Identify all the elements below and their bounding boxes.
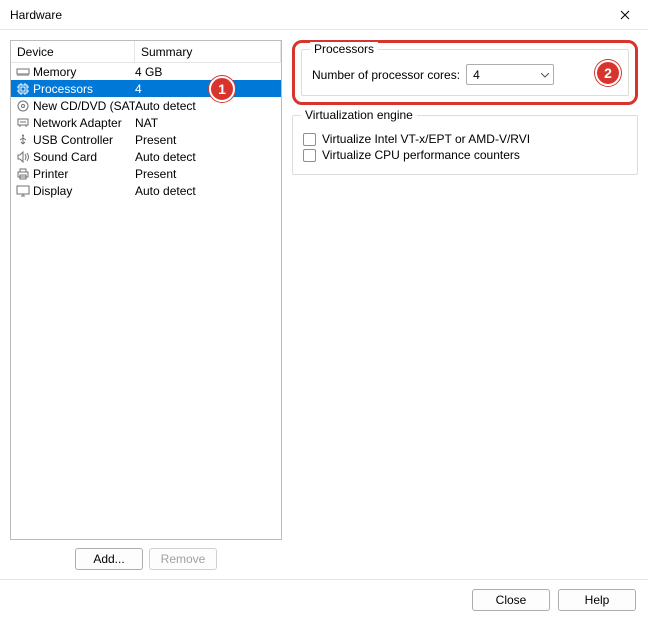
right-panel: Processors Number of processor cores: 4 … (292, 40, 638, 574)
footer: Close Help (0, 579, 648, 619)
chevron-down-icon (541, 70, 549, 80)
device-summary: Auto detect (135, 150, 281, 164)
device-name: Sound Card (33, 150, 135, 164)
close-button[interactable]: Close (472, 589, 550, 611)
annotation-highlight: Processors Number of processor cores: 4 … (292, 40, 638, 105)
virtualization-legend: Virtualization engine (301, 108, 417, 122)
table-row[interactable]: DisplayAuto detect (11, 182, 281, 199)
device-name: New CD/DVD (SATA) (33, 99, 135, 113)
table-row[interactable]: PrinterPresent (11, 165, 281, 182)
virt-vtx-row[interactable]: Virtualize Intel VT-x/EPT or AMD-V/RVI (303, 132, 627, 146)
network-icon (15, 116, 31, 130)
add-button[interactable]: Add... (75, 548, 143, 570)
device-name: Processors (33, 82, 135, 96)
table-row[interactable]: Sound CardAuto detect (11, 148, 281, 165)
content-area: Device Summary Memory4 GBProcessors41New… (0, 30, 648, 579)
disc-icon (15, 99, 31, 113)
virt-perf-checkbox[interactable] (303, 149, 316, 162)
display-icon (15, 184, 31, 198)
help-button[interactable]: Help (558, 589, 636, 611)
usb-icon (15, 133, 31, 147)
cores-label: Number of processor cores: (312, 68, 460, 82)
processors-group: Processors Number of processor cores: 4 (301, 49, 629, 96)
device-name: Display (33, 184, 135, 198)
cores-value: 4 (473, 68, 480, 82)
virtualization-group: Virtualization engine Virtualize Intel V… (292, 115, 638, 175)
device-summary: 4 GB (135, 65, 281, 79)
table-row[interactable]: Memory4 GB (11, 63, 281, 80)
processors-legend: Processors (310, 42, 378, 56)
cores-dropdown[interactable]: 4 (466, 64, 554, 85)
left-panel: Device Summary Memory4 GBProcessors41New… (10, 40, 282, 574)
window-close-button[interactable] (602, 0, 648, 30)
device-summary: NAT (135, 116, 281, 130)
device-summary: 4 (135, 82, 281, 96)
device-summary: Present (135, 133, 281, 147)
device-summary: Present (135, 167, 281, 181)
device-list[interactable]: Device Summary Memory4 GBProcessors41New… (10, 40, 282, 540)
memory-icon (15, 65, 31, 79)
device-name: Printer (33, 167, 135, 181)
table-row[interactable]: Network AdapterNAT (11, 114, 281, 131)
close-icon (620, 7, 630, 23)
virt-perf-label: Virtualize CPU performance counters (322, 148, 520, 162)
virt-vtx-label: Virtualize Intel VT-x/EPT or AMD-V/RVI (322, 132, 530, 146)
sound-icon (15, 150, 31, 164)
printer-icon (15, 167, 31, 181)
device-name: Memory (33, 65, 135, 79)
table-row[interactable]: USB ControllerPresent (11, 131, 281, 148)
hardware-window: Hardware Device Summary Memory4 GBProces… (0, 0, 648, 619)
annotation-badge-2: 2 (595, 60, 621, 86)
titlebar: Hardware (0, 0, 648, 30)
virt-perf-row[interactable]: Virtualize CPU performance counters (303, 148, 627, 162)
col-header-device[interactable]: Device (11, 41, 135, 62)
device-summary: Auto detect (135, 184, 281, 198)
col-header-summary[interactable]: Summary (135, 41, 281, 62)
device-name: Network Adapter (33, 116, 135, 130)
virt-vtx-checkbox[interactable] (303, 133, 316, 146)
table-row[interactable]: New CD/DVD (SATA)Auto detect (11, 97, 281, 114)
list-buttons: Add... Remove (10, 540, 282, 574)
window-title: Hardware (10, 8, 62, 22)
device-name: USB Controller (33, 133, 135, 147)
remove-button: Remove (149, 548, 217, 570)
list-header: Device Summary (11, 41, 281, 63)
table-row[interactable]: Processors41 (11, 80, 281, 97)
device-summary: Auto detect (135, 99, 281, 113)
cpu-icon (15, 82, 31, 96)
